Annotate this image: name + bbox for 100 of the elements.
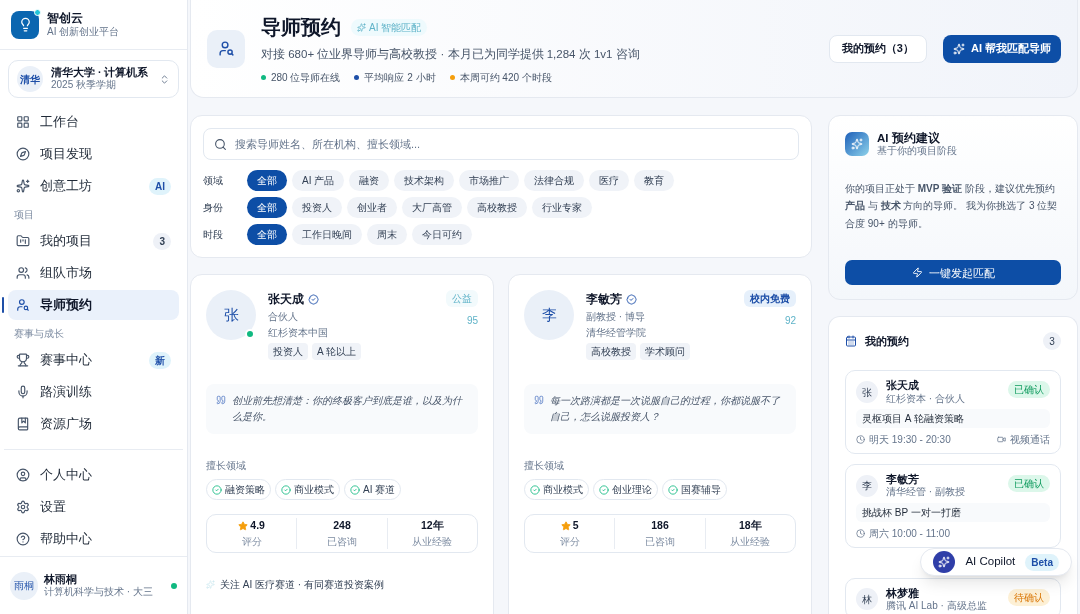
booking-card[interactable]: 林 林梦雅 腾讯 AI Lab · 高级总监 待确认 xyxy=(845,577,1061,614)
page-title: 导师预约 xyxy=(261,15,341,41)
filter-chip[interactable]: 融资 xyxy=(349,170,390,191)
filter-chip[interactable]: 今日可约 xyxy=(412,224,472,245)
page-subtitle: 对接 680+ 位业界导师与高校教授 · 本月已为同学提供 1,284 次 1v1 咨询 xyxy=(261,47,641,63)
filter-chip[interactable]: 行业专家 xyxy=(532,197,592,218)
sparkles-icon xyxy=(16,179,30,193)
booking-status: 已确认 xyxy=(1008,381,1050,399)
booking-name: 林梦雅 xyxy=(886,586,920,600)
header-stat: 平均响应 2 小时 xyxy=(364,70,436,85)
mentor-name: 张天成 xyxy=(268,291,304,308)
mentor-title: 合伙人 xyxy=(268,310,299,324)
filter-chip[interactable]: 创业者 xyxy=(347,197,397,218)
my-bookings-button[interactable]: 我的预约（3） xyxy=(828,34,927,63)
filter-chip[interactable]: 高校教授 xyxy=(467,197,527,218)
nav-item[interactable]: 赛事中心 新 xyxy=(8,345,179,375)
users-icon xyxy=(16,266,30,280)
beta-badge: Beta xyxy=(1025,553,1059,571)
stat-value: 248 xyxy=(333,518,351,534)
copilot-button[interactable]: AI Copilot Beta xyxy=(920,548,1072,576)
booking-avatar: 李 xyxy=(856,474,878,497)
booking-card[interactable]: 张 张天成 红杉资本 · 合伙人 已确认 灵枢项目 A 轮融资策略 明天 19:30 - 20:30 视频通话 xyxy=(845,370,1061,454)
expertise-label: 擅长领域 xyxy=(524,459,565,473)
copilot-label: AI Copilot xyxy=(965,554,1016,570)
brand-tagline: AI 创新创业平台 xyxy=(47,25,120,39)
filter-chip[interactable]: 全部 xyxy=(247,197,287,218)
start-match-button[interactable]: 一键发起匹配 xyxy=(845,260,1061,286)
lightning-icon xyxy=(911,267,923,279)
filter-chip[interactable]: 全部 xyxy=(247,170,287,191)
book-icon xyxy=(16,417,30,431)
mentor-title: 副教授 · 博导 xyxy=(586,310,646,324)
mentor-card[interactable]: 张 张天成 合伙人 红杉资本中国 投资人 A 轮以上 公益 95 创业前先想清楚：你的终极客户到底是谁，以及为什么是你。 擅长领域 融资策略 商业模式 AI 赛道 4.9 评分 248 已咨询 12年 从业经验 关注 AI 医疗赛道 · 有同赛道投资案例 xyxy=(190,274,494,614)
advice-text: 你的项目正处于 MVP 验证 阶段，建议优先预约产品 与 技术 方向的导师。 我为你挑选了 3 位契合度 90+ 的导师。 xyxy=(845,181,1059,231)
nav-item[interactable]: 我的项目 3 xyxy=(8,226,179,256)
booking-time: 周六 10:00 - 11:00 xyxy=(869,526,951,541)
stat-value: 5 xyxy=(560,518,579,534)
nav-item[interactable]: 设置 xyxy=(8,492,179,522)
mentor-badge: 校内免费 xyxy=(744,290,796,307)
filter-label: 身份 xyxy=(203,201,224,215)
filter-chip[interactable]: 技术架构 xyxy=(394,170,455,191)
sparkles-icon xyxy=(933,551,956,573)
header-stat: 本周可约 420 个时段 xyxy=(459,70,552,85)
filter-chip[interactable]: 全部 xyxy=(247,224,287,245)
active-indicator xyxy=(2,297,4,313)
user-circle-icon xyxy=(16,468,30,482)
stat-label: 已咨询 xyxy=(645,534,675,549)
filter-chip[interactable]: 医疗 xyxy=(589,170,630,191)
clock-icon xyxy=(856,435,865,444)
mentor-tag: 高校教授 xyxy=(586,343,636,360)
search-field[interactable]: 搜索导师姓名、所在机构、擅长领域... xyxy=(203,128,799,160)
nav-item[interactable]: 帮助中心 xyxy=(8,524,179,554)
nav-item[interactable]: 组队市场 xyxy=(8,258,179,288)
logo-icon xyxy=(11,10,39,39)
mentor-note: 关注 AI 医疗赛道 · 有同赛道投资案例 xyxy=(220,578,384,592)
filter-chip[interactable]: 投资人 xyxy=(292,197,342,218)
stat-label: 从业经验 xyxy=(730,534,771,549)
help-icon xyxy=(16,532,30,546)
filter-chip[interactable]: 周末 xyxy=(367,224,407,245)
booking-org: 腾讯 AI Lab · 高级总监 xyxy=(886,599,988,613)
mentor-quote: 创业前先想清楚：你的终极客户到底是谁，以及为什么是你。 xyxy=(232,394,464,424)
match-score: 92 xyxy=(784,314,796,328)
org-switcher[interactable]: 清华 清华大学 · 计算机系 2025 秋季学期 xyxy=(8,60,179,98)
clock-icon xyxy=(856,528,865,538)
nav-item[interactable]: 个人中心 xyxy=(8,460,179,490)
search-icon xyxy=(214,137,227,151)
ai-match-button[interactable]: AI 帮我匹配导师 xyxy=(942,34,1061,63)
check-circle-icon xyxy=(530,484,540,495)
filter-chip[interactable]: 工作日晚间 xyxy=(292,224,362,245)
nav-item[interactable]: 工作台 xyxy=(8,107,179,137)
nav-item[interactable]: 创意工坊 AI xyxy=(8,171,179,201)
filter-chip[interactable]: 法律合规 xyxy=(524,170,585,191)
check-circle-icon xyxy=(281,484,291,495)
grid-icon xyxy=(16,115,30,129)
booking-status: 已确认 xyxy=(1008,475,1050,492)
bookings-count: 3 xyxy=(1043,332,1061,351)
stat-label: 从业经验 xyxy=(412,534,453,549)
filter-chip[interactable]: 市场推广 xyxy=(459,170,520,191)
stat-label: 评分 xyxy=(559,534,580,549)
check-circle-icon xyxy=(212,484,222,495)
filter-chip[interactable]: AI 产品 xyxy=(292,170,345,191)
search-input[interactable]: 搜索导师姓名、所在机构、擅长领域... xyxy=(235,135,788,153)
nav-item[interactable]: 项目发现 xyxy=(8,139,179,169)
booking-topic: 灵枢项目 A 轮融资策略 xyxy=(856,409,1050,428)
filter-chip[interactable]: 教育 xyxy=(634,170,675,191)
expertise-label: 擅长领域 xyxy=(206,459,247,473)
booking-mode: 视频通话 xyxy=(1010,433,1050,447)
brand-name: 智创云 xyxy=(47,10,84,26)
booking-card[interactable]: 李 李敏芳 清华经管 · 副教授 已确认 挑战杯 BP 一对一打磨 周六 10:00 - 11:00 xyxy=(845,464,1061,548)
filter-chip[interactable]: 大厂高管 xyxy=(402,197,462,218)
user-detail: 计算机科学与技术 · 大三 xyxy=(44,585,154,599)
stat-label: 评分 xyxy=(241,534,262,549)
filter-label: 时段 xyxy=(203,228,224,242)
chevron-icon xyxy=(159,73,170,85)
mentor-card[interactable]: 李 李敏芳 副教授 · 博导 清华经管学院 高校教授 学术顾问 校内免费 92 每一次路演都是一次说服自己的过程，你都说服不了自己，怎么说服投资人？ 擅长领域 商业模式 创业理论 国赛辅导 5 评分 186 已咨询 18年 从业经验 xyxy=(508,274,812,614)
sparkles-icon xyxy=(845,132,869,157)
nav-item[interactable]: 资源广场 xyxy=(8,409,179,439)
nav-badge: 3 xyxy=(153,232,171,250)
quote-icon xyxy=(216,395,226,405)
nav-item[interactable]: 路演训练 xyxy=(8,377,179,407)
star-icon xyxy=(238,521,249,531)
